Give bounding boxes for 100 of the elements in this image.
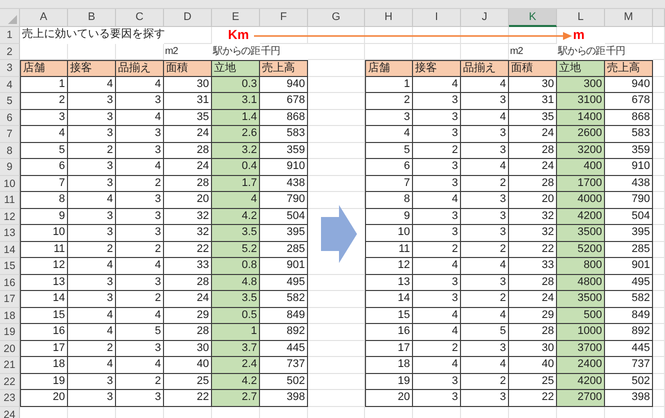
row-header[interactable]: 8 (0, 142, 20, 159)
table-cell: 3 (500, 94, 506, 106)
row-header[interactable]: 4 (0, 76, 20, 93)
row-header[interactable]: 1 (0, 27, 20, 44)
table-cell: 7 (58, 176, 65, 188)
row-header[interactable]: 2 (0, 44, 20, 60)
row-header[interactable]: 7 (0, 126, 20, 142)
row-header[interactable]: 21 (0, 357, 20, 374)
column-header[interactable]: J (461, 9, 509, 27)
column-header[interactable]: H (365, 9, 413, 27)
sheet-cell[interactable] (308, 44, 365, 60)
row-header[interactable]: 13 (0, 225, 20, 242)
row-header[interactable]: 6 (0, 110, 20, 126)
sheet-cell[interactable] (653, 60, 665, 76)
table-cell: 4.8 (242, 276, 257, 288)
sheet-cell[interactable] (461, 27, 509, 44)
row-header[interactable]: 24 (0, 406, 20, 418)
sheet-cell[interactable] (653, 27, 665, 44)
column-header[interactable]: C (116, 9, 164, 27)
table-cell: 3500 (578, 226, 602, 238)
table-cell: 30 (542, 78, 554, 90)
table-cell: 790 (286, 193, 305, 205)
select-all-icon[interactable] (8, 15, 17, 24)
column-header[interactable]: I (413, 9, 461, 27)
column-header[interactable]: F (260, 9, 308, 27)
table-cell: 940 (632, 78, 650, 90)
table-header-cell: 接客 (70, 62, 92, 74)
sheet-cell[interactable] (653, 390, 665, 406)
row-header[interactable]: 9 (0, 159, 20, 176)
sheet-cell[interactable] (653, 142, 665, 159)
sheet-cell[interactable] (653, 208, 665, 225)
row-header[interactable]: 12 (0, 208, 20, 225)
row-header[interactable]: 14 (0, 242, 20, 258)
sheet-cell[interactable] (653, 357, 665, 374)
table-cell: 583 (632, 127, 650, 139)
sheet-cell[interactable] (653, 44, 665, 60)
table-cell: 3 (452, 226, 458, 238)
row-header[interactable]: 20 (0, 340, 20, 357)
sheet-cell[interactable] (653, 242, 665, 258)
table-cell: 400 (584, 160, 602, 172)
sheet-cell[interactable] (653, 192, 665, 208)
table-cell: 28 (542, 144, 554, 156)
table-cell: 504 (632, 210, 650, 222)
table-cell: 3 (452, 176, 458, 188)
column-header[interactable]: B (68, 9, 116, 27)
table-cell: 285 (632, 242, 650, 254)
sheet-cell[interactable] (509, 27, 557, 44)
sheet-cell[interactable] (653, 291, 665, 308)
table-cell: 3 (452, 210, 458, 222)
table-cell: 4 (250, 193, 257, 205)
sheet-cell[interactable] (653, 176, 665, 192)
sheet-cell[interactable] (653, 76, 665, 93)
row-header[interactable]: 10 (0, 176, 20, 192)
row-header[interactable]: 23 (0, 390, 20, 406)
row-header[interactable]: 22 (0, 374, 20, 390)
table-cell: 445 (286, 342, 305, 354)
table-cell: 19 (398, 374, 410, 386)
column-header[interactable]: M (605, 9, 653, 27)
column-header[interactable]: E (212, 9, 260, 27)
row-header[interactable]: 5 (0, 93, 20, 110)
sheet-cell[interactable] (653, 374, 665, 390)
sheet-cell[interactable] (653, 110, 665, 126)
sheet-cell[interactable] (365, 27, 413, 44)
table-header-cell: 面積 (166, 62, 188, 74)
sheet-cell[interactable] (653, 225, 665, 242)
sheet-cell[interactable] (653, 93, 665, 110)
row-header[interactable]: 17 (0, 291, 20, 308)
sheet-cell[interactable] (308, 27, 365, 44)
table-header-cell: 接客 (415, 62, 437, 74)
sheet-cell[interactable] (653, 258, 665, 274)
column-header[interactable]: A (20, 9, 68, 27)
row-header[interactable]: 18 (0, 308, 20, 324)
column-header[interactable] (653, 9, 665, 27)
sheet-cell[interactable] (653, 126, 665, 142)
sheet-cell[interactable] (260, 27, 308, 44)
column-header[interactable]: L (557, 9, 605, 27)
sheet-cell[interactable] (653, 324, 665, 340)
sheet-cell[interactable] (653, 340, 665, 357)
column-header[interactable]: G (308, 9, 365, 27)
table-cell: 22 (542, 391, 554, 403)
column-header[interactable]: D (164, 9, 212, 27)
row-header[interactable]: 19 (0, 324, 20, 340)
table-cell: 3 (106, 391, 113, 403)
table-cell: 940 (286, 78, 305, 90)
table-cell: 4 (500, 358, 506, 370)
table-cell: 4.2 (242, 374, 257, 386)
row-header[interactable]: 15 (0, 258, 20, 274)
sheet-cell[interactable] (653, 159, 665, 176)
sheet-cell[interactable] (164, 27, 212, 44)
table-cell: 502 (286, 374, 305, 386)
row-header[interactable]: 16 (0, 274, 20, 291)
sheet-cell[interactable] (653, 308, 665, 324)
row-header[interactable]: 3 (0, 60, 20, 76)
sheet-cell[interactable] (413, 27, 461, 44)
table-cell: 1.4 (242, 110, 257, 122)
row-header[interactable]: 11 (0, 192, 20, 208)
column-header[interactable]: K (509, 9, 557, 27)
sheet-cell[interactable] (605, 27, 653, 44)
table-cell: 4800 (578, 276, 602, 288)
sheet-cell[interactable] (653, 274, 665, 291)
